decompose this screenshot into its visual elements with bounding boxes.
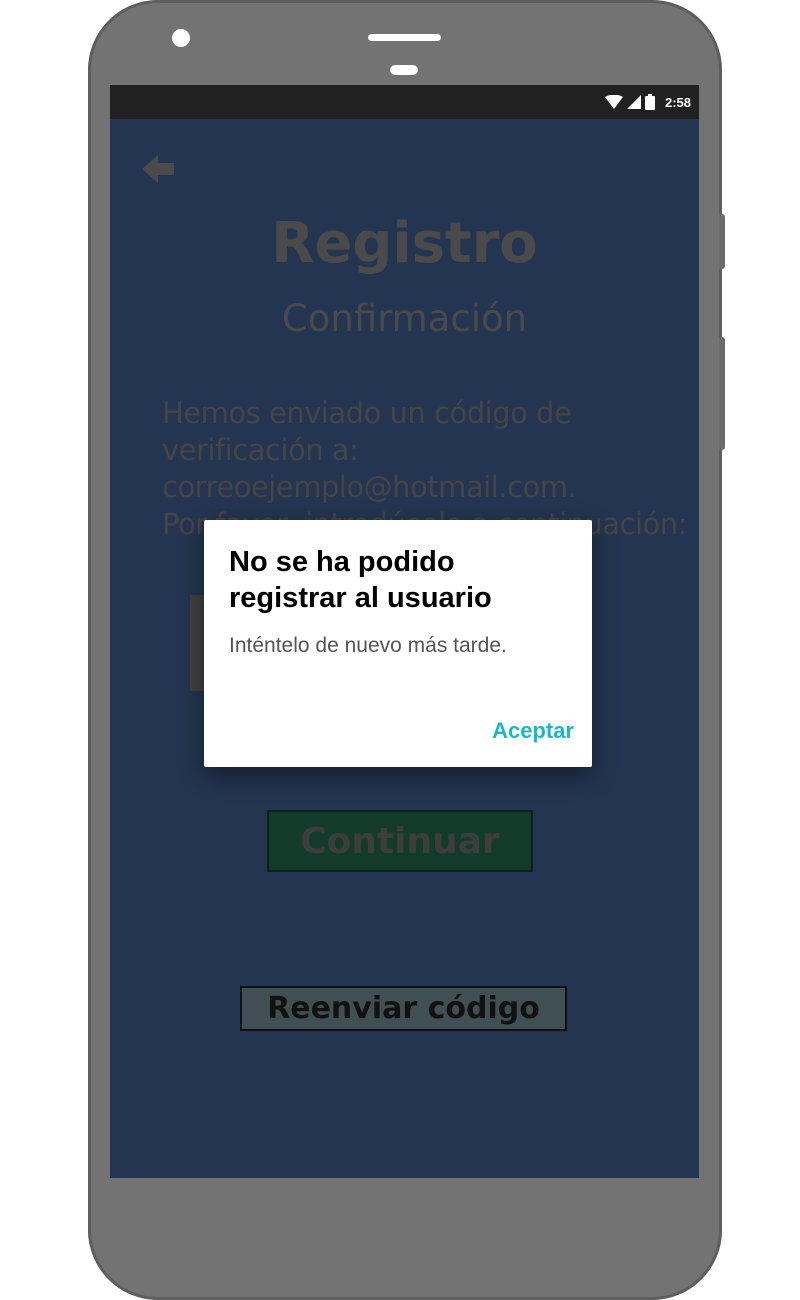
accept-button[interactable]: Aceptar xyxy=(492,718,574,744)
proximity-sensor xyxy=(390,65,418,75)
status-time: 2:58 xyxy=(664,94,691,110)
dialog-title: No se ha podido registrar al usuario xyxy=(229,546,492,614)
wifi-icon xyxy=(604,95,623,109)
earpiece-speaker xyxy=(368,34,441,41)
volume-button xyxy=(719,214,725,269)
error-dialog: No se ha podido registrar al usuario Int… xyxy=(204,520,592,767)
front-camera xyxy=(172,29,190,47)
status-bar: 2:58 xyxy=(110,85,699,119)
cell-signal-icon xyxy=(626,95,641,109)
dialog-message: Inténtelo de nuevo más tarde. xyxy=(229,634,507,657)
battery-icon xyxy=(644,94,655,110)
power-button xyxy=(719,337,725,450)
